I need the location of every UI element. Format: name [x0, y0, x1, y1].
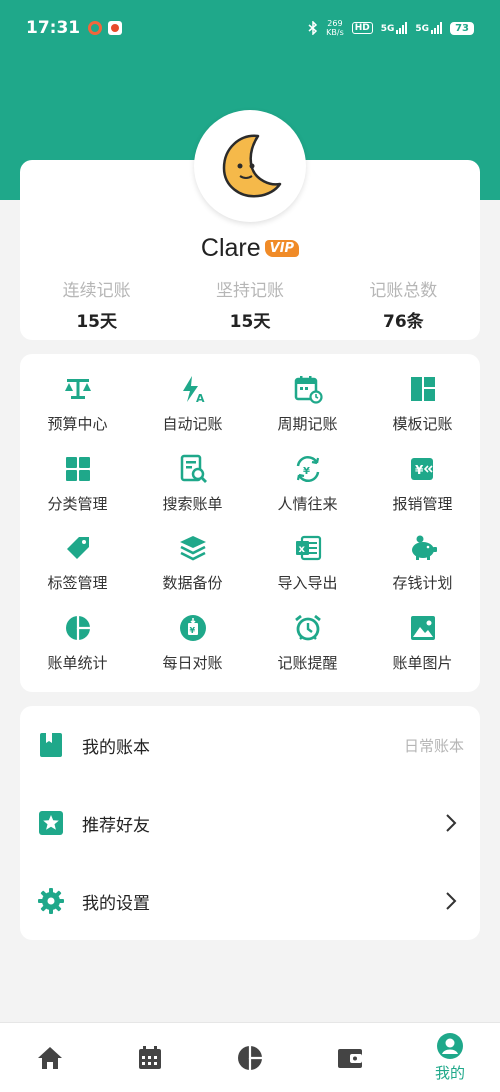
star-icon — [39, 811, 63, 835]
feature-social[interactable]: ¥ 人情往来 — [250, 444, 365, 524]
layers-icon — [179, 536, 206, 561]
calendar-cycle-icon — [294, 376, 323, 404]
reimburse-icon: ¥ — [410, 457, 433, 480]
home-icon — [38, 1046, 62, 1069]
feature-backup[interactable]: 数据备份 — [135, 523, 250, 603]
hd-badge: HD — [351, 22, 373, 34]
status-time: 17:31 — [26, 18, 81, 38]
svg-text:¥: ¥ — [189, 626, 195, 635]
stats-row: 连续记账 15天 坚持记账 15天 记账总数 76条 — [20, 276, 480, 332]
menu-recommend[interactable]: 推荐好友 — [20, 784, 480, 862]
calendar-icon — [139, 1045, 161, 1069]
user-row: Clare VIP — [0, 234, 500, 263]
menu-card: 我的账本 日常账本 推荐好友 我的设置 — [20, 706, 480, 940]
alarm-clock-icon — [294, 614, 321, 641]
feature-budget[interactable]: 预算中心 — [20, 364, 135, 444]
tab-mine-label: 我的 — [434, 1064, 465, 1082]
username: Clare — [200, 234, 261, 262]
bluetooth-icon — [308, 21, 318, 35]
yuan-exchange-icon: ¥ — [296, 455, 319, 482]
tab-home[interactable] — [0, 1023, 100, 1092]
battery-indicator: 73 — [450, 21, 474, 35]
feature-reminder[interactable]: 记账提醒 — [250, 603, 365, 683]
tag-icon — [66, 537, 89, 560]
stat-total: 记账总数 76条 — [369, 281, 438, 332]
app-notification-icon — [108, 21, 123, 35]
tab-stats[interactable] — [200, 1023, 300, 1092]
chevron-right-icon — [446, 892, 457, 910]
signal-1: 5G — [381, 22, 408, 34]
stat-streak: 连续记账 15天 — [62, 281, 131, 332]
feature-reimburse[interactable]: ¥ 报销管理 — [365, 444, 480, 524]
pie-chart-icon — [65, 615, 90, 640]
excel-icon: x — [295, 536, 321, 561]
feature-import-export[interactable]: x 导入导出 — [250, 523, 365, 603]
piggy-bank-icon — [411, 535, 437, 561]
net-speed: 269 KB/s — [326, 19, 344, 37]
auto-bolt-icon: A — [182, 376, 205, 404]
svg-text:¥: ¥ — [303, 466, 310, 477]
signal-2: 5G — [415, 22, 443, 34]
feature-grid: 预算中心 A 自动记账 周期记账 模板记账 分类管理 搜索账单 ¥ 人情往来 ¥… — [20, 354, 480, 692]
feature-auto[interactable]: A 自动记账 — [135, 364, 250, 444]
feature-tags[interactable]: 标签管理 — [20, 523, 135, 603]
menu-settings[interactable]: 我的设置 — [20, 862, 480, 940]
wallet-icon — [338, 1048, 362, 1068]
gear-icon — [38, 888, 64, 914]
scale-icon — [64, 379, 91, 400]
moon-avatar-icon — [222, 134, 282, 198]
book-icon — [40, 733, 62, 757]
feature-template[interactable]: 模板记账 — [365, 364, 480, 444]
vip-badge[interactable]: VIP — [264, 240, 300, 257]
search-bill-icon — [180, 454, 207, 483]
feature-statistics[interactable]: 账单统计 — [20, 603, 135, 683]
avatar[interactable] — [194, 110, 306, 222]
image-icon — [410, 615, 435, 640]
svg-text:x: x — [298, 544, 305, 555]
feature-periodic[interactable]: 周期记账 — [250, 364, 365, 444]
category-grid-icon — [65, 456, 90, 481]
bottom-tabbar: 我的 — [0, 1022, 500, 1092]
current-book-value: 日常账本 — [403, 736, 464, 755]
feature-search-bill[interactable]: 搜索账单 — [135, 444, 250, 524]
svg-text:A: A — [196, 392, 205, 404]
svg-text:¥: ¥ — [415, 463, 424, 477]
status-bar: 17:31 269 KB/s HD 5G 5G 73 — [0, 0, 500, 56]
template-icon — [410, 377, 435, 402]
record-indicator-icon — [88, 21, 103, 35]
chevron-right-icon — [446, 814, 457, 832]
tab-calendar[interactable] — [100, 1023, 200, 1092]
menu-my-books[interactable]: 我的账本 日常账本 — [20, 706, 480, 784]
feature-category[interactable]: 分类管理 — [20, 444, 135, 524]
pie-chart-icon — [238, 1045, 262, 1070]
daily-check-icon: ¥ — [179, 614, 206, 641]
stat-persist: 坚持记账 15天 — [215, 281, 284, 332]
user-profile-icon — [437, 1033, 463, 1059]
feature-saving-plan[interactable]: 存钱计划 — [365, 523, 480, 603]
tab-mine[interactable]: 我的 — [400, 1023, 500, 1092]
feature-bill-images[interactable]: 账单图片 — [365, 603, 480, 683]
tab-wallet[interactable] — [300, 1023, 400, 1092]
feature-daily-check[interactable]: ¥ 每日对账 — [135, 603, 250, 683]
